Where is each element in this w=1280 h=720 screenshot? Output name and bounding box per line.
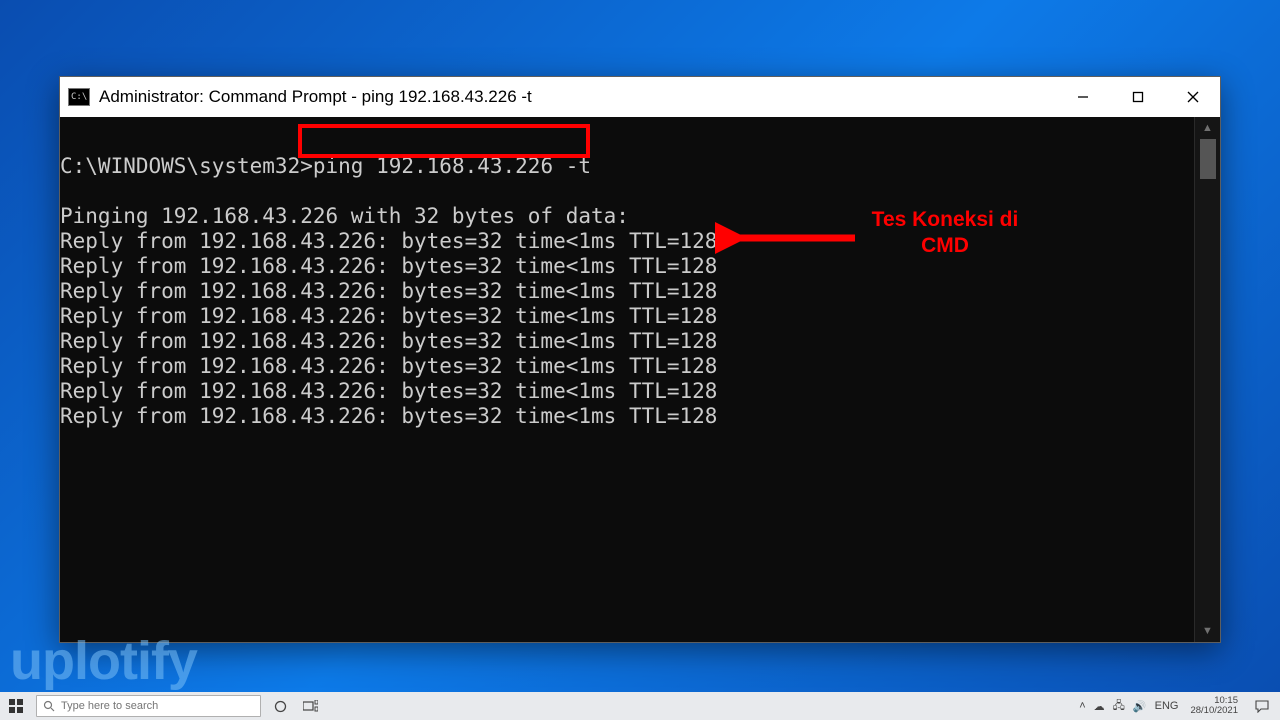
taskbar-clock[interactable]: 10:15 28/10/2021 — [1186, 696, 1242, 716]
ping-reply: Reply from 192.168.43.226: bytes=32 time… — [60, 229, 717, 253]
annotation-arrow — [715, 218, 865, 258]
ping-header: Pinging 192.168.43.226 with 32 bytes of … — [60, 204, 629, 228]
windows-icon — [9, 699, 23, 713]
task-view-button[interactable] — [295, 692, 325, 720]
cortana-button[interactable] — [265, 692, 295, 720]
minimize-button[interactable] — [1055, 77, 1110, 117]
cmd-icon: C:\ — [68, 88, 90, 106]
close-button[interactable] — [1165, 77, 1220, 117]
annotation-line1: Tes Koneksi di — [870, 207, 1020, 233]
scroll-down-button[interactable]: ▼ — [1195, 620, 1220, 642]
ping-reply: Reply from 192.168.43.226: bytes=32 time… — [60, 254, 717, 278]
scroll-up-button[interactable]: ▲ — [1195, 117, 1220, 139]
window-controls — [1055, 77, 1220, 117]
tray-onedrive-icon[interactable]: ☁ — [1094, 700, 1105, 713]
annotation-line2: CMD — [870, 233, 1020, 259]
annotation-label: Tes Koneksi di CMD — [870, 207, 1020, 260]
ping-reply: Reply from 192.168.43.226: bytes=32 time… — [60, 404, 717, 428]
tray-network-icon[interactable]: 🖧 — [1113, 697, 1125, 716]
tray-chevron-icon[interactable]: ˄ — [1079, 700, 1085, 712]
vertical-scrollbar[interactable]: ▲ ▼ — [1194, 117, 1220, 642]
ping-reply: Reply from 192.168.43.226: bytes=32 time… — [60, 304, 717, 328]
ping-reply: Reply from 192.168.43.226: bytes=32 time… — [60, 279, 717, 303]
taskbar: ˄ ☁ 🖧 🔊 ENG 10:15 28/10/2021 — [0, 692, 1280, 720]
ping-reply: Reply from 192.168.43.226: bytes=32 time… — [60, 354, 717, 378]
taskbar-search[interactable] — [36, 695, 261, 717]
start-button[interactable] — [0, 692, 32, 720]
action-center-button[interactable] — [1250, 692, 1274, 720]
terminal-output[interactable]: C:\WINDOWS\system32>ping 192.168.43.226 … — [60, 117, 1194, 642]
clock-date: 28/10/2021 — [1190, 706, 1238, 716]
maximize-button[interactable] — [1110, 77, 1165, 117]
ping-reply: Reply from 192.168.43.226: bytes=32 time… — [60, 379, 717, 403]
scroll-thumb[interactable] — [1200, 139, 1216, 179]
titlebar[interactable]: C:\ Administrator: Command Prompt - ping… — [60, 77, 1220, 117]
cortana-icon — [274, 700, 287, 713]
window-title: Administrator: Command Prompt - ping 192… — [99, 87, 532, 107]
tray-language[interactable]: ENG — [1155, 700, 1179, 712]
maximize-icon — [1131, 90, 1145, 104]
search-input[interactable] — [61, 700, 254, 712]
watermark-text: uplotify — [10, 630, 197, 692]
minimize-icon — [1076, 90, 1090, 104]
close-icon — [1186, 90, 1200, 104]
command-highlight-box — [298, 124, 590, 158]
command-prompt-window: C:\ Administrator: Command Prompt - ping… — [59, 76, 1221, 643]
search-icon — [43, 700, 55, 712]
tray-volume-icon[interactable]: 🔊 — [1133, 700, 1147, 713]
task-view-icon — [303, 700, 318, 712]
system-tray: ˄ ☁ 🖧 🔊 ENG 10:15 28/10/2021 — [1079, 692, 1280, 720]
prompt-path: C:\WINDOWS\system32> — [60, 154, 313, 178]
ping-reply: Reply from 192.168.43.226: bytes=32 time… — [60, 329, 717, 353]
scroll-track[interactable] — [1195, 139, 1220, 620]
notification-icon — [1255, 700, 1269, 713]
typed-command: ping 192.168.43.226 -t — [313, 154, 591, 178]
